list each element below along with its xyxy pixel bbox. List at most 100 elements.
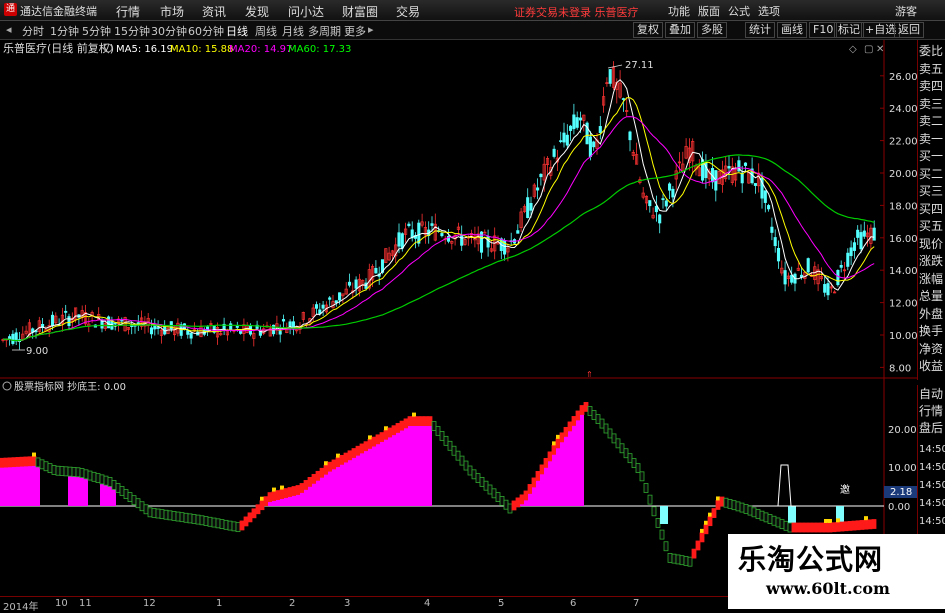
indicator-blue-bar [788,506,792,524]
indicator-step [335,457,341,468]
indicator-fill-bar [572,418,576,506]
indicator-step [751,507,757,518]
indicator-step [507,503,513,514]
indicator-step [847,521,853,531]
indicator-step [611,433,617,444]
candle-body [11,333,15,344]
indicator-step [663,541,669,552]
menu-exchange[interactable]: 市场 [160,3,184,20]
expand-icon[interactable]: ◇ [849,44,857,55]
panel-mode-label[interactable]: 自动 [919,387,943,401]
indicator-step [427,416,433,427]
menu-layout[interactable]: 版面 [698,3,720,19]
tab-1min[interactable]: 1分钟 [50,23,79,39]
indicator-step [271,491,277,501]
indicator-step [139,501,145,512]
chevron-right-icon[interactable]: ▸ [368,23,374,36]
panel-mode-label[interactable]: 行情 [919,404,943,418]
panel-mode-label[interactable]: 盘后 [919,421,943,435]
indicator-step [307,476,313,487]
candle-body [592,141,596,148]
indicator-step [819,522,825,533]
tab-intraday[interactable]: 分时 [22,23,44,39]
menu-trade[interactable]: 交易 [396,3,420,20]
menu-wenxiaoda[interactable]: 问小达 [288,3,324,20]
tab-weekly[interactable]: 周线 [255,23,277,39]
indicator-step [311,473,317,484]
menu-formula[interactable]: 公式 [728,3,750,19]
candle-body [770,226,774,233]
tab-15min[interactable]: 15分钟 [114,23,150,39]
chevron-left-icon[interactable]: ◂ [6,23,12,36]
mark-button[interactable]: 标记 [834,22,864,38]
menu-function[interactable]: 功能 [668,3,690,19]
overlay-button[interactable]: 叠加 [665,22,695,38]
stock-label: 乐普医疗(日线 前复权) [3,41,114,55]
indicator-step [187,513,193,524]
indicator-step [459,455,465,466]
indicator-step [639,471,645,482]
user-guest[interactable]: 游客 [895,3,917,19]
indicator-step [319,467,325,478]
indicator-step [619,443,625,454]
indicator-step [503,499,509,510]
back-button[interactable]: 返回 [894,22,924,38]
indicator-step [755,509,761,519]
login-notice[interactable]: 证券交易未登录 乐普医疗 [514,4,639,20]
indicator-step [831,522,837,533]
candle-body [823,284,827,293]
indicator-step [423,416,429,427]
indicator-step [803,522,809,533]
tab-more[interactable]: 更多 [344,23,366,39]
kline-chart[interactable]: 乐普医疗(日线 前复权) MA5: 16.19 MA10: 15.88 MA20… [0,40,917,596]
indicator-step [183,512,189,523]
indicator-step [471,469,477,480]
indicator-peak-cap [412,412,416,417]
indicator-step [27,456,33,467]
indicator-step [515,497,521,508]
tab-60min[interactable]: 60分钟 [188,23,224,39]
indicator-step [687,556,693,567]
tab-monthly[interactable]: 月线 [282,23,304,39]
menu-news[interactable]: 资讯 [202,3,226,20]
restore-icon[interactable]: ▢ [864,44,873,55]
indicator-step [559,432,565,443]
indicator-step [191,514,197,524]
indicator-step [95,473,101,484]
stats-button[interactable]: 统计 [745,22,775,38]
tab-daily[interactable]: 日线 [226,23,248,39]
draw-line-button[interactable]: 画线 [777,22,807,38]
indicator-step [743,504,749,514]
axis-dec: 12 [143,598,156,609]
candle-body [872,227,876,241]
indicator-fill-bar [560,434,564,506]
candle-body [661,198,665,201]
indicator-fill-bar [396,425,400,506]
indicator-step [535,471,541,481]
menu-discover[interactable]: 发现 [245,3,269,20]
adjust-button[interactable]: 复权 [633,22,663,38]
indicator-step [487,484,493,495]
indicator-step [395,423,401,433]
indicator-step [563,426,569,437]
indicator-step [451,445,457,456]
multi-stock-button[interactable]: 多股 [697,22,727,38]
candle-body [862,230,866,237]
menu-options[interactable]: 选项 [758,3,780,19]
close-icon[interactable]: ✕ [876,44,884,55]
indicator-fill-bar [548,453,552,506]
menu-market[interactable]: 行情 [116,3,140,20]
candle-body [318,309,322,314]
tab-5min[interactable]: 5分钟 [82,23,111,39]
indicator-step [603,423,609,434]
menu-wealth[interactable]: 财富圈 [342,3,378,20]
tab-multi-period[interactable]: 多周期 [308,23,341,39]
indicator-step [207,516,213,527]
indicator-settings-icon[interactable] [2,381,12,391]
indicator-step [339,454,345,465]
indicator-step [391,425,397,436]
indicator-step [607,428,613,439]
indicator-step [227,520,233,531]
indicator-step [815,522,821,533]
tab-30min[interactable]: 30分钟 [151,23,187,39]
